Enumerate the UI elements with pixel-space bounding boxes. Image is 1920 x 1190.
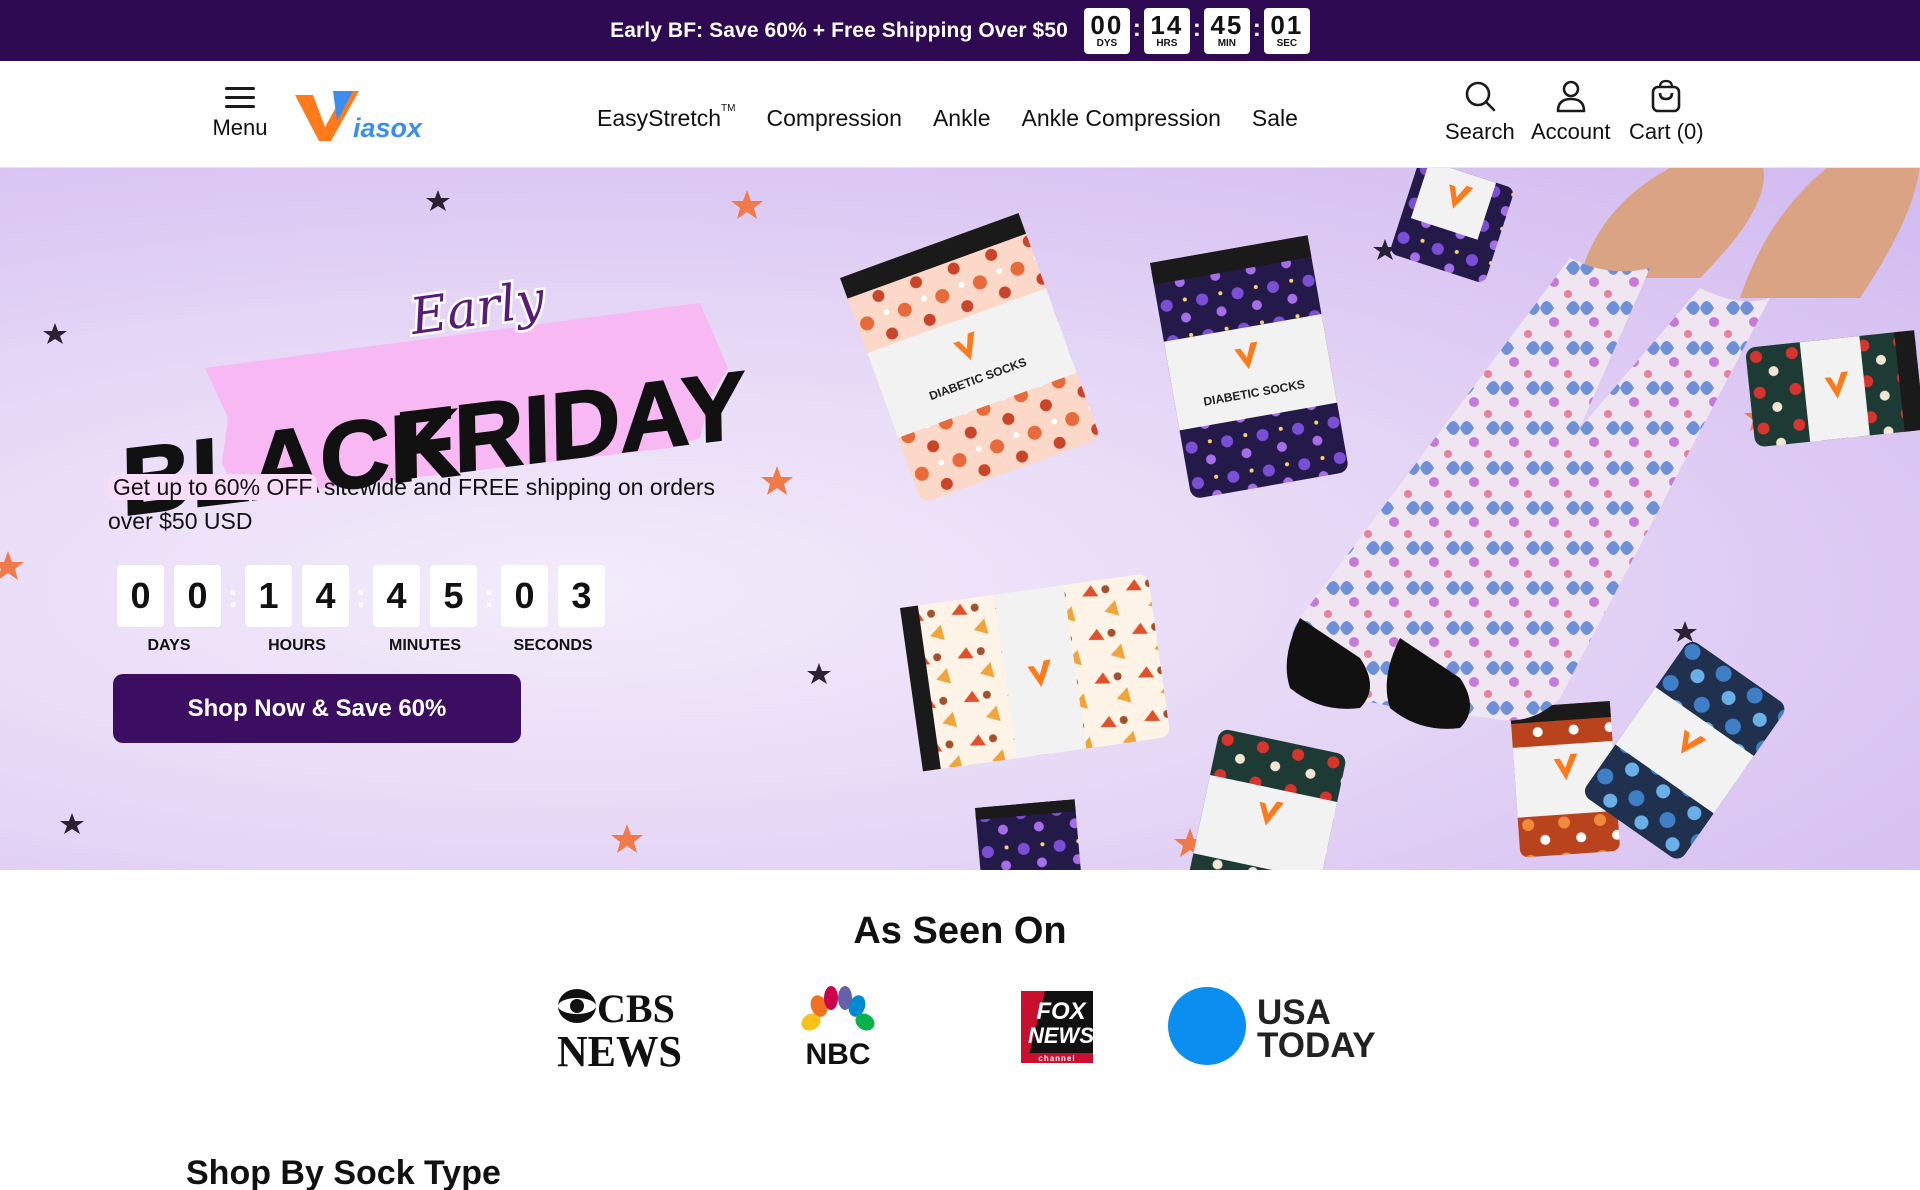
countdown-seconds-label: SEC <box>1276 37 1298 49</box>
viasox-logo[interactable]: iasox <box>293 87 433 147</box>
hero-countdown: 0 0 DAYS : 1 4 HOURS : 4 5 MINUTES : 0 3 <box>117 565 605 655</box>
countdown-digit: 5 <box>430 565 477 627</box>
subtitle-highlight: Get up to 60% OFF <box>108 474 318 500</box>
usa-today-logo: USA TODAY <box>1167 986 1397 1068</box>
countdown-hours-label: HOURS <box>268 637 326 654</box>
countdown-separator: : <box>227 577 239 614</box>
countdown-separator: : <box>1192 14 1201 42</box>
hero-banner: DIABETIC SOCKS DIABETIC SOCKS BLACK FRID… <box>0 168 1920 870</box>
cart-label: Cart (0) <box>1629 119 1704 144</box>
cart-button[interactable]: Cart (0) <box>1629 79 1704 145</box>
countdown-hours-value: 14 <box>1150 9 1184 40</box>
nav-easystretch[interactable]: EasyStretchTM <box>597 103 736 132</box>
sock-pack-halloween <box>1391 168 1514 282</box>
countdown-days-box: 00 DYS <box>1083 7 1130 54</box>
countdown-days-label: DYS <box>1096 37 1118 49</box>
countdown-separator: : <box>483 577 495 614</box>
announcement-bar: Early BF: Save 60% + Free Shipping Over … <box>0 0 1920 61</box>
countdown-digit: 0 <box>117 565 164 627</box>
countdown-seconds: 0 3 SECONDS <box>501 565 605 655</box>
countdown-minutes-value: 45 <box>1210 9 1244 40</box>
countdown-digit: 4 <box>373 565 420 627</box>
fox-channel-word: channel <box>1038 1054 1075 1063</box>
sock-pack-leaves <box>900 574 1170 772</box>
hamburger-icon <box>225 85 255 109</box>
usa-word: USA <box>1257 993 1331 1032</box>
sock-pack-mushroom <box>1186 729 1346 870</box>
sock-pack-ghost <box>974 799 1081 870</box>
search-label: Search <box>1445 119 1515 144</box>
account-icon <box>1556 80 1586 113</box>
cbs-eye-icon: CBS NEWS <box>557 986 682 1076</box>
fox-word: FOX <box>1036 998 1087 1025</box>
countdown-digit: 4 <box>302 565 349 627</box>
countdown-seconds-label: SECONDS <box>513 637 593 654</box>
countdown-minutes: 4 5 MINUTES <box>373 565 477 655</box>
nbc-word: NBC <box>806 1038 871 1068</box>
fox-news-logo: FOX NEWS channel <box>1021 991 1094 1063</box>
countdown-minutes-label: MIN <box>1217 37 1237 49</box>
countdown-digit: 1 <box>245 565 292 627</box>
shop-by-sock-type-heading: Shop By Sock Type <box>186 1154 501 1190</box>
countdown-minutes-box: 45 MIN <box>1203 7 1250 54</box>
announcement-text: Early BF: Save 60% + Free Shipping Over … <box>610 18 1068 42</box>
countdown-seconds-value: 01 <box>1270 9 1304 40</box>
menu-label: Menu <box>212 115 268 140</box>
announcement-countdown: 00 DYS : 14 HRS : 45 MIN : 01 SEC <box>1083 7 1310 54</box>
countdown-days-label: DAYS <box>147 637 191 654</box>
nav-easystretch-label: EasyStretch <box>597 105 721 131</box>
countdown-separator: : <box>355 577 367 614</box>
fox-news-badge: FOX NEWS channel <box>1021 991 1094 1063</box>
today-word: TODAY <box>1257 1026 1376 1065</box>
countdown-digit: 0 <box>174 565 221 627</box>
svg-text:iasox: iasox <box>353 113 423 143</box>
countdown-minutes-label: MINUTES <box>389 637 461 654</box>
cbs-word: CBS <box>597 986 675 1031</box>
shopping-bag-icon <box>1651 79 1681 113</box>
countdown-hours: 1 4 HOURS <box>245 565 349 655</box>
countdown-days-value: 00 <box>1090 9 1124 40</box>
countdown-days: 0 0 DAYS <box>117 565 221 655</box>
countdown-hours-label: HRS <box>1156 37 1178 49</box>
usa-today-wordmark: USA TODAY <box>1257 993 1376 1065</box>
countdown-seconds-box: 01 SEC <box>1263 7 1310 54</box>
nav-ankle[interactable]: Ankle <box>933 105 991 132</box>
sock-pack-floral <box>1745 330 1920 447</box>
trademark-mark: TM <box>721 103 736 114</box>
hero-subtitle: Get up to 60% OFF sitewide and FREE ship… <box>108 470 748 538</box>
nbc-logo: NBC <box>797 986 879 1071</box>
nav-ankle-compression[interactable]: Ankle Compression <box>1022 105 1221 132</box>
cbs-news-word: NEWS <box>557 1027 682 1068</box>
sock-pack-fall: DIABETIC SOCKS <box>840 213 1098 501</box>
sock-pack-night: DIABETIC SOCKS <box>1150 235 1348 498</box>
cbs-news-logo: CBS NEWS <box>557 986 682 1076</box>
as-seen-on-heading: As Seen On <box>853 910 1067 952</box>
countdown-separator: : <box>1252 14 1261 42</box>
nbc-peacock-icon: NBC <box>801 986 875 1071</box>
menu-button[interactable]: Menu <box>208 85 272 141</box>
nav-compression[interactable]: Compression <box>766 105 902 132</box>
account-label: Account <box>1531 119 1611 144</box>
usa-today-dot-icon <box>1168 987 1246 1065</box>
countdown-hours-box: 14 HRS <box>1143 7 1190 54</box>
account-button[interactable]: Account <box>1531 79 1611 145</box>
search-icon <box>1465 81 1496 112</box>
countdown-digit: 3 <box>558 565 605 627</box>
countdown-separator: : <box>1132 14 1141 42</box>
site-header: Menu iasox EasyStretchTM Compression Ank… <box>0 61 1920 168</box>
main-nav: EasyStretchTM Compression Ankle Ankle Co… <box>597 103 1298 132</box>
search-button[interactable]: Search <box>1445 79 1515 145</box>
shop-now-button[interactable]: Shop Now & Save 60% <box>113 674 521 743</box>
nav-sale[interactable]: Sale <box>1252 105 1298 132</box>
fox-news-word: NEWS <box>1028 1023 1093 1048</box>
countdown-digit: 0 <box>501 565 548 627</box>
